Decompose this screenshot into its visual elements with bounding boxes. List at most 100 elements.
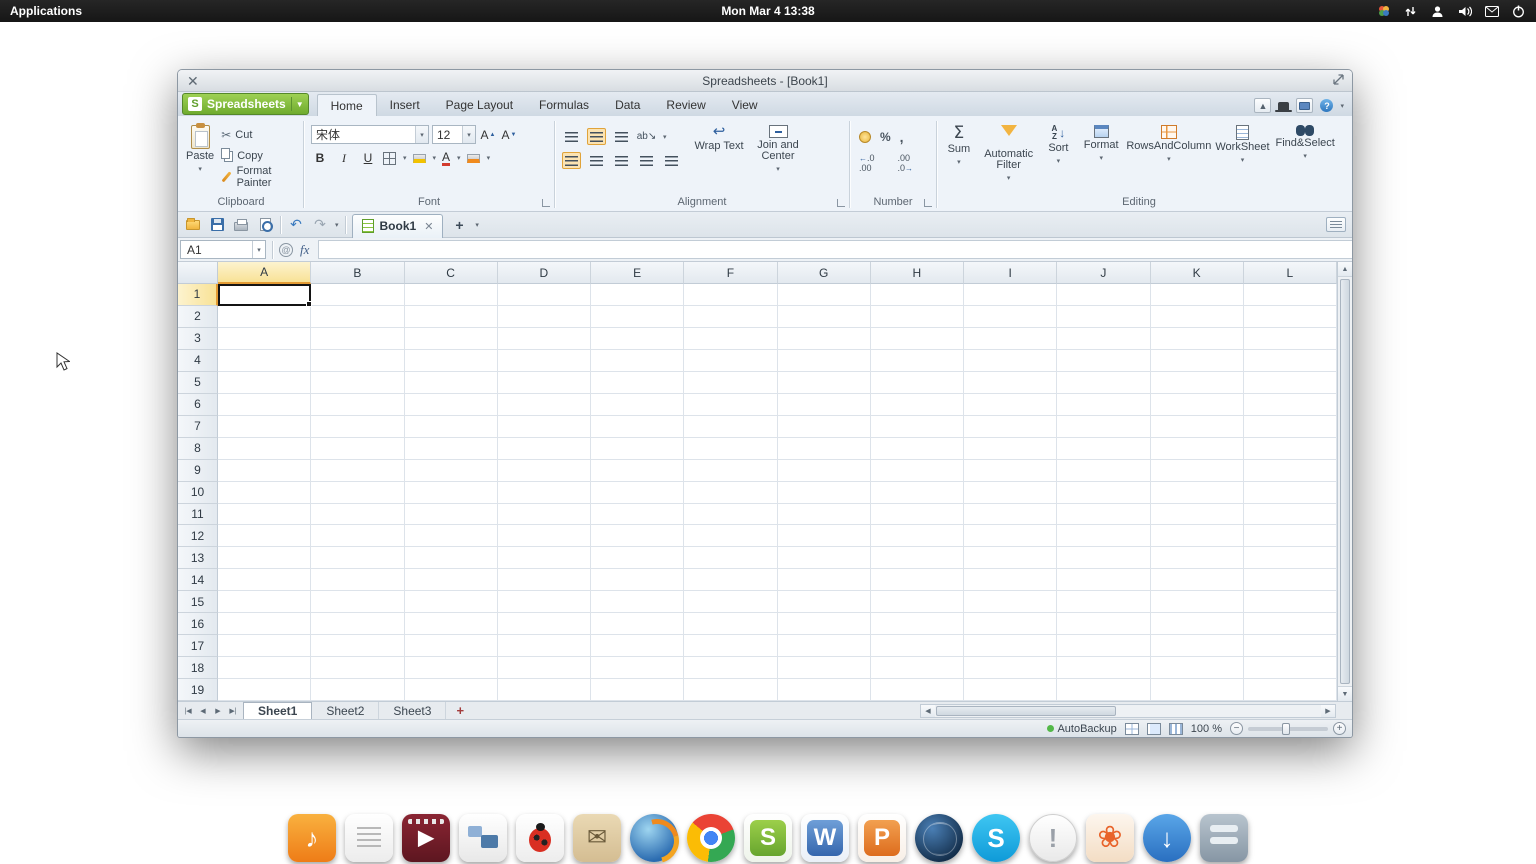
wps-writer-icon[interactable]: W: [801, 814, 849, 862]
highlight-color-icon[interactable]: [467, 154, 480, 163]
cell-I13[interactable]: [964, 547, 1057, 569]
font-size-select[interactable]: 12 ▾: [432, 125, 476, 144]
cell-J9[interactable]: [1057, 460, 1150, 482]
cell-L18[interactable]: [1244, 657, 1337, 679]
worksheet-button[interactable]: WorkSheet ▾: [1213, 120, 1273, 195]
row-header-4[interactable]: 4: [178, 350, 218, 372]
cell-L11[interactable]: [1244, 504, 1337, 526]
cell-H14[interactable]: [871, 569, 964, 591]
cell-F17[interactable]: [684, 635, 777, 657]
sum-dropdown-icon[interactable]: ▾: [957, 157, 961, 168]
cell-D2[interactable]: [498, 306, 591, 328]
bold-button[interactable]: B: [311, 149, 329, 167]
last-sheet-icon[interactable]: ▶|: [226, 707, 240, 715]
ladybug-icon[interactable]: [516, 814, 564, 862]
cell-J7[interactable]: [1057, 416, 1150, 438]
join-and-center-dropdown-icon[interactable]: ▾: [776, 164, 780, 175]
column-header-L[interactable]: L: [1244, 262, 1337, 284]
fill-color-dropdown-icon[interactable]: ▾: [433, 154, 437, 162]
cell-F4[interactable]: [684, 350, 777, 372]
cell-A18[interactable]: [218, 657, 311, 679]
zoom-slider-thumb[interactable]: [1282, 723, 1290, 735]
row-header-3[interactable]: 3: [178, 328, 218, 350]
autobackup-button[interactable]: AutoBackup: [1047, 723, 1116, 735]
cell-C8[interactable]: [405, 438, 498, 460]
cell-F6[interactable]: [684, 394, 777, 416]
cell-K15[interactable]: [1151, 591, 1244, 613]
zoom-slider[interactable]: [1248, 727, 1328, 731]
cell-C5[interactable]: [405, 372, 498, 394]
cell-H17[interactable]: [871, 635, 964, 657]
cell-E9[interactable]: [591, 460, 684, 482]
cell-D5[interactable]: [498, 372, 591, 394]
cell-F8[interactable]: [684, 438, 777, 460]
cell-D9[interactable]: [498, 460, 591, 482]
email-icon[interactable]: ✉: [573, 814, 621, 862]
cell-E16[interactable]: [591, 613, 684, 635]
cell-K4[interactable]: [1151, 350, 1244, 372]
cell-F13[interactable]: [684, 547, 777, 569]
cell-F1[interactable]: [684, 284, 777, 306]
cell-E19[interactable]: [591, 679, 684, 701]
help-icon[interactable]: ?: [1320, 99, 1333, 112]
font-dialog-launcher-icon[interactable]: [542, 199, 550, 207]
cell-D4[interactable]: [498, 350, 591, 372]
cell-L14[interactable]: [1244, 569, 1337, 591]
paste-dropdown-icon[interactable]: ▾: [198, 164, 202, 175]
clock[interactable]: Mon Mar 4 13:38: [0, 4, 1536, 18]
column-header-G[interactable]: G: [778, 262, 871, 284]
cell-E4[interactable]: [591, 350, 684, 372]
cell-A15[interactable]: [218, 591, 311, 613]
switch-ui-icon[interactable]: [1296, 98, 1313, 113]
row-header-12[interactable]: 12: [178, 525, 218, 547]
cell-H18[interactable]: [871, 657, 964, 679]
cell-J17[interactable]: [1057, 635, 1150, 657]
cell-F2[interactable]: [684, 306, 777, 328]
find-and-select-button[interactable]: Find&Select ▾: [1272, 120, 1338, 195]
cell-L12[interactable]: [1244, 525, 1337, 547]
cell-H9[interactable]: [871, 460, 964, 482]
cell-D3[interactable]: [498, 328, 591, 350]
cell-G19[interactable]: [778, 679, 871, 701]
cell-F11[interactable]: [684, 504, 777, 526]
cell-G15[interactable]: [778, 591, 871, 613]
row-header-7[interactable]: 7: [178, 416, 218, 438]
cell-D10[interactable]: [498, 482, 591, 504]
new-tab-dropdown-icon[interactable]: ▾: [475, 221, 479, 229]
cell-F14[interactable]: [684, 569, 777, 591]
cell-I15[interactable]: [964, 591, 1057, 613]
alerts-icon[interactable]: !: [1029, 814, 1077, 862]
align-left-button[interactable]: [562, 152, 581, 169]
zoom-out-button[interactable]: −: [1230, 722, 1243, 735]
cell-C3[interactable]: [405, 328, 498, 350]
cell-L13[interactable]: [1244, 547, 1337, 569]
percent-style-icon[interactable]: %: [880, 130, 891, 144]
name-box-dropdown-icon[interactable]: ▾: [252, 241, 265, 258]
cell-I16[interactable]: [964, 613, 1057, 635]
cell-J11[interactable]: [1057, 504, 1150, 526]
cell-F3[interactable]: [684, 328, 777, 350]
column-header-A[interactable]: A: [218, 262, 311, 284]
cell-B15[interactable]: [311, 591, 404, 613]
cell-D19[interactable]: [498, 679, 591, 701]
cell-C19[interactable]: [405, 679, 498, 701]
cell-G16[interactable]: [778, 613, 871, 635]
cell-G11[interactable]: [778, 504, 871, 526]
vertical-scroll-thumb[interactable]: [1340, 279, 1350, 684]
cell-F5[interactable]: [684, 372, 777, 394]
cell-A3[interactable]: [218, 328, 311, 350]
row-header-1[interactable]: 1: [178, 284, 218, 306]
web-browser-icon[interactable]: [915, 814, 963, 862]
row-header-15[interactable]: 15: [178, 591, 218, 613]
cell-J6[interactable]: [1057, 394, 1150, 416]
horizontal-scrollbar[interactable]: ◀ ▶: [920, 704, 1336, 718]
cell-G10[interactable]: [778, 482, 871, 504]
cell-H16[interactable]: [871, 613, 964, 635]
cell-J3[interactable]: [1057, 328, 1150, 350]
cell-K2[interactable]: [1151, 306, 1244, 328]
prev-sheet-icon[interactable]: ◀: [196, 707, 210, 715]
cell-D14[interactable]: [498, 569, 591, 591]
cell-C9[interactable]: [405, 460, 498, 482]
cell-E7[interactable]: [591, 416, 684, 438]
cell-C10[interactable]: [405, 482, 498, 504]
